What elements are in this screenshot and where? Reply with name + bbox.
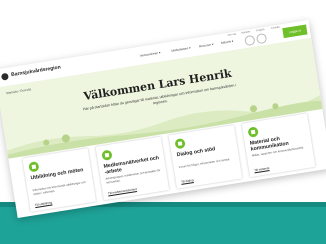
nav-item-medarbetare[interactable]: Medarbetare ▾ — [171, 46, 191, 53]
nav-item-natverk[interactable]: Nätverk ▾ — [221, 39, 234, 45]
util-link-nyheter[interactable]: Nyheter — [241, 30, 250, 34]
breadcrumb[interactable]: Startsida / Översikt — [6, 87, 32, 95]
card-utbildning[interactable]: Utbildning och möten Information om komm… — [22, 148, 97, 212]
card-description: Information om kommande utbildningar och… — [32, 179, 86, 196]
card-link[interactable]: Till utbildning — [35, 200, 53, 207]
search-icon[interactable] — [244, 34, 256, 47]
education-icon — [28, 161, 40, 173]
network-icon — [101, 149, 113, 161]
nav-item-resurser[interactable]: Resurser ▾ — [199, 42, 214, 48]
nav-item-verksamheter[interactable]: Verksamheter ▾ — [140, 51, 161, 58]
card-link[interactable]: Till dialog — [181, 178, 194, 184]
document-icon — [247, 126, 259, 138]
browser-page: Barnsjukvårdsregion Verksamheter ▾ Medar… — [0, 20, 326, 218]
card-title: Dialog och stöd — [176, 146, 216, 159]
site-brand[interactable]: Barnsjukvårdsregion — [11, 64, 61, 78]
util-link-om-oss[interactable]: Om oss — [227, 33, 236, 37]
card-material[interactable]: Material och kommunikation Mallar, rappo… — [241, 113, 316, 178]
card-description: Forum för frågor, erfarenheter och samta… — [178, 157, 231, 170]
card-link[interactable]: Till medlemsnätverket — [108, 187, 137, 195]
logout-button[interactable]: Logga ut — [282, 24, 308, 39]
user-icon[interactable] — [255, 32, 268, 45]
card-link[interactable]: Till material — [254, 166, 270, 172]
card-medlemsnatverket[interactable]: Medlemsnätverket och -arbete Arbetsgrupp… — [95, 136, 170, 201]
card-title: Utbildning och möten — [30, 167, 84, 182]
util-link-kontakt[interactable]: Kontakt — [271, 26, 280, 30]
card-dialog[interactable]: Dialog och stöd Forum för frågor, erfare… — [168, 124, 243, 189]
util-link-english[interactable]: English — [256, 28, 265, 32]
chat-icon — [174, 137, 186, 150]
logo-icon[interactable] — [0, 72, 9, 81]
